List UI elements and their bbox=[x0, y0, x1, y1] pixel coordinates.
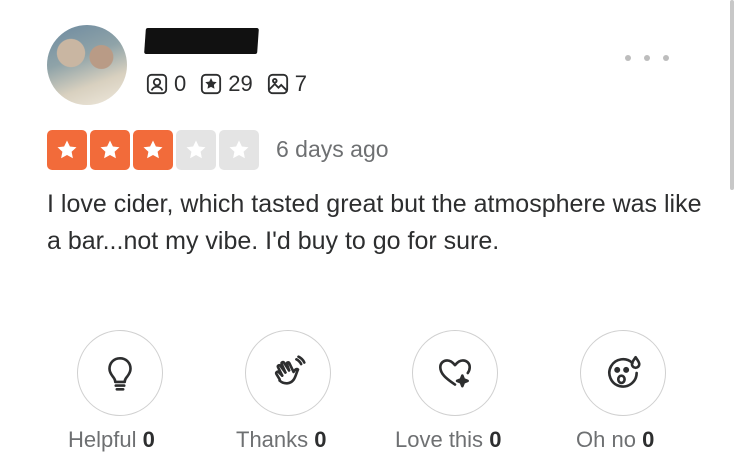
oh-no-button[interactable] bbox=[578, 330, 668, 416]
star-icon bbox=[186, 140, 206, 159]
star-icon bbox=[57, 140, 77, 159]
surprised-face-icon bbox=[608, 355, 641, 388]
oh-no-text: Oh no bbox=[576, 427, 636, 452]
star-rating bbox=[47, 130, 259, 170]
love-this-count: 0 bbox=[489, 427, 502, 452]
reviews-count: 29 bbox=[228, 71, 253, 96]
oh-no-count: 0 bbox=[642, 427, 655, 452]
helpful-text: Helpful bbox=[68, 427, 137, 452]
love-this-label: Love this 0 bbox=[395, 427, 501, 453]
heart-sparkle-icon bbox=[438, 359, 472, 388]
star-filled bbox=[47, 130, 87, 170]
more-options-button[interactable] bbox=[625, 48, 669, 68]
star-icon bbox=[229, 140, 249, 159]
thanks-count: 0 bbox=[314, 427, 327, 452]
more-dot bbox=[625, 55, 631, 61]
thanks-text: Thanks bbox=[236, 427, 309, 452]
friends-stat: 0 bbox=[146, 71, 186, 97]
star-filled bbox=[133, 130, 173, 170]
love-this-text: Love this bbox=[395, 427, 484, 452]
more-dot bbox=[663, 55, 669, 61]
thanks-label: Thanks 0 bbox=[236, 427, 327, 453]
friends-count: 0 bbox=[174, 71, 187, 96]
user-stats: 0 29 7 bbox=[146, 70, 315, 98]
star-empty bbox=[176, 130, 216, 170]
love-this-button[interactable] bbox=[410, 330, 500, 416]
helpful-button[interactable] bbox=[75, 330, 165, 416]
helpful-circle[interactable] bbox=[77, 330, 163, 416]
thanks-circle[interactable] bbox=[245, 330, 331, 416]
review-text: I love cider, which tasted great but the… bbox=[47, 190, 702, 255]
user-name-redacted[interactable] bbox=[144, 28, 259, 54]
star-icon bbox=[143, 140, 163, 159]
oh-no-label: Oh no 0 bbox=[576, 427, 654, 453]
photo-icon bbox=[267, 73, 288, 95]
scrollbar[interactable] bbox=[730, 0, 734, 190]
star-filled bbox=[90, 130, 130, 170]
oh-no-circle[interactable] bbox=[580, 330, 666, 416]
love-this-circle[interactable] bbox=[412, 330, 498, 416]
thanks-button[interactable] bbox=[243, 330, 333, 416]
user-avatar[interactable] bbox=[47, 25, 127, 105]
reviews-stat: 29 bbox=[200, 71, 253, 97]
photos-stat: 7 bbox=[267, 71, 307, 97]
star-icon bbox=[100, 140, 120, 159]
review-date: 6 days ago bbox=[276, 136, 389, 162]
helpful-count: 0 bbox=[142, 427, 155, 452]
lightbulb-icon bbox=[108, 356, 132, 391]
star-review-icon bbox=[201, 73, 222, 95]
wave-hand-icon bbox=[274, 355, 306, 385]
star-empty bbox=[219, 130, 259, 170]
photos-count: 7 bbox=[294, 71, 307, 96]
friends-icon bbox=[146, 73, 168, 95]
helpful-label: Helpful 0 bbox=[68, 427, 155, 453]
more-dot bbox=[644, 55, 650, 61]
